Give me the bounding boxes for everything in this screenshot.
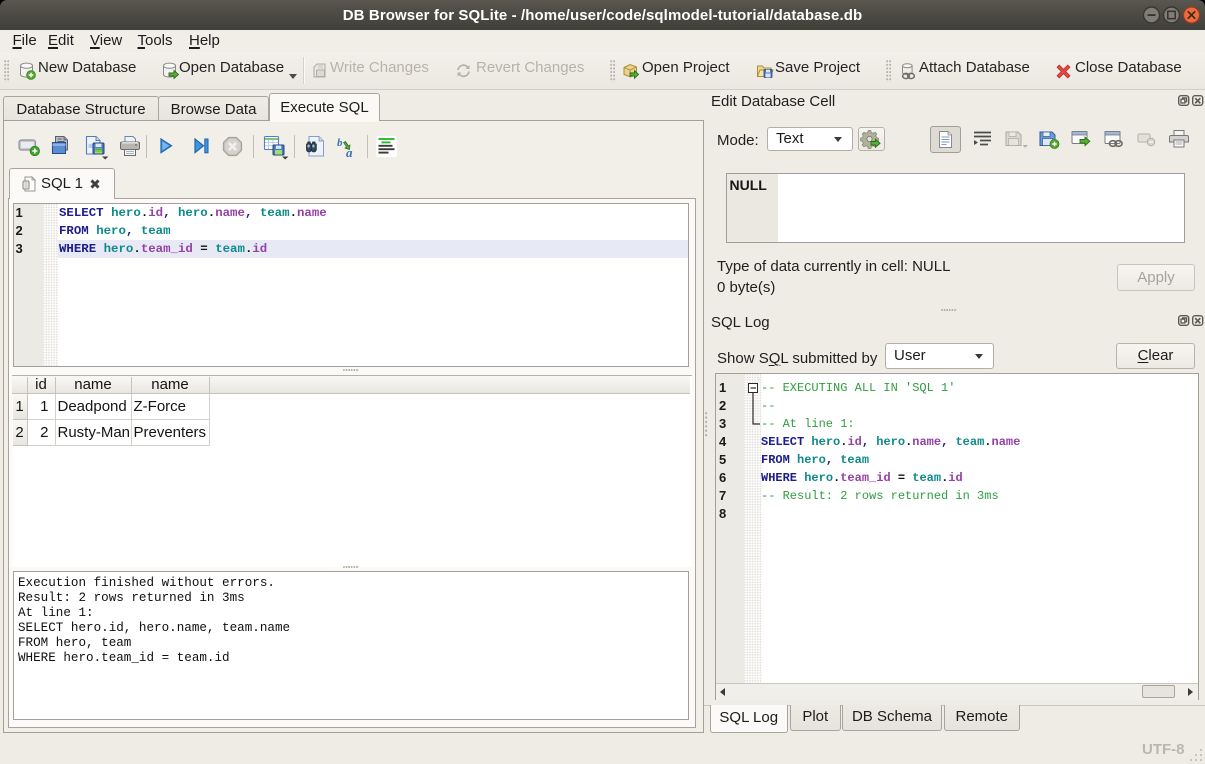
svg-text:b: b [337, 137, 343, 149]
